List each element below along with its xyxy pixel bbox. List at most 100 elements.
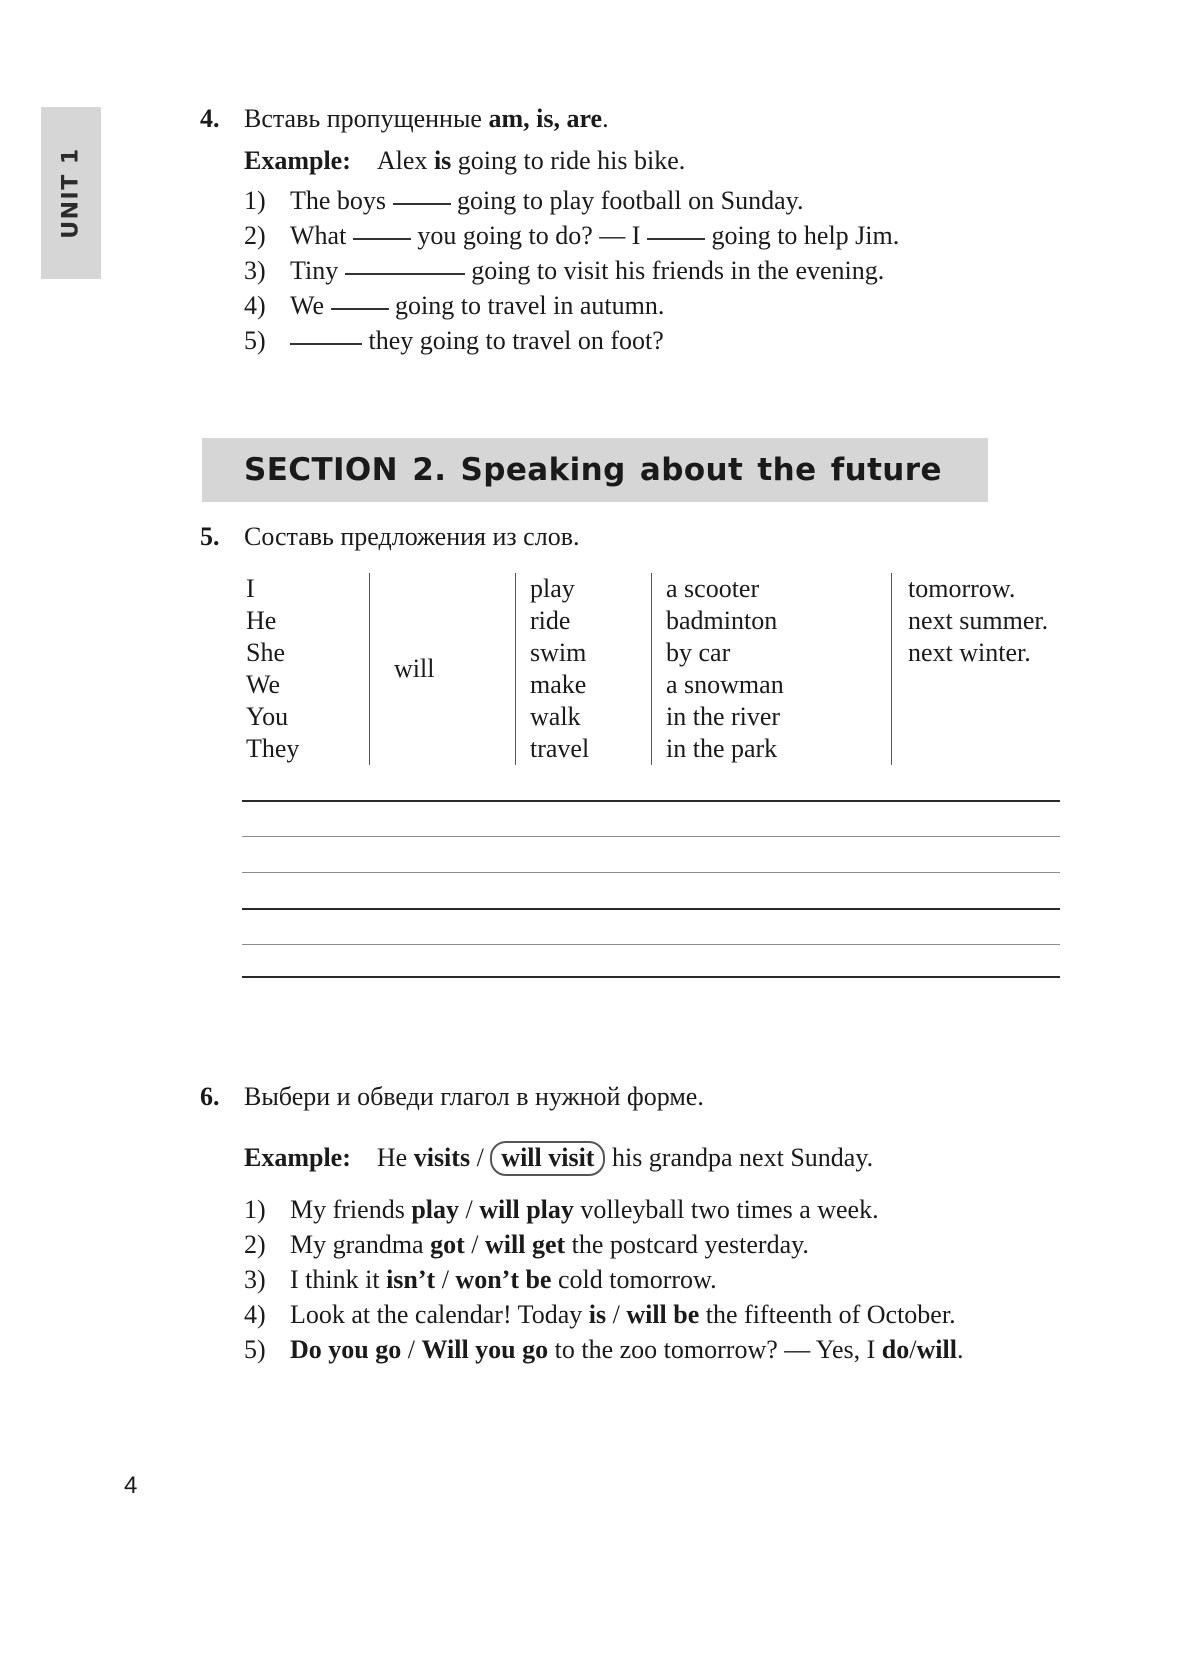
table-cell: travel (530, 734, 590, 763)
table-column-verbs: play ride swim make walk travel (516, 573, 652, 765)
fill-blank[interactable] (330, 308, 389, 310)
table-column-time: tomorrow. next summer. next winter. (892, 573, 1152, 765)
item-marker: 3) (244, 256, 266, 285)
item-pre: My grandma (290, 1230, 431, 1259)
item-pre: My friends (290, 1195, 412, 1224)
item-pre: Look at the calendar! Today (290, 1300, 589, 1329)
item-marker: 5) (244, 326, 266, 355)
fill-blank[interactable] (352, 238, 411, 240)
exercise-4-example: Example: Alex is going to ride his bike. (244, 143, 1064, 179)
table-column-modal: will (370, 573, 516, 765)
exercise-6-item-3: 3) I think it isn’t / won’t be cold tomo… (244, 1262, 1064, 1297)
item-marker: 3) (244, 1265, 266, 1294)
table-cell: ride (530, 606, 571, 635)
writing-line[interactable] (242, 944, 1060, 945)
option-a[interactable]: play (411, 1195, 459, 1224)
item-end: . (956, 1335, 964, 1364)
option-b[interactable]: won’t be (455, 1265, 551, 1294)
table-column-objects: a scooter badminton by car a snowman in … (652, 573, 892, 765)
exercise-5-number: 5. (200, 522, 220, 551)
table-cell: make (530, 670, 587, 699)
exercise-6-title: Выбери и обведи глагол в нужной форме. (244, 1082, 704, 1111)
exercise-6-example-label: Example: (244, 1143, 351, 1172)
example-post: his grandpa next Sunday. (605, 1143, 874, 1172)
option-separator: / (470, 1143, 491, 1172)
item-text: What you going to do? — I going to help … (290, 218, 1064, 253)
writing-line[interactable] (242, 908, 1060, 910)
item-text: Do you go / Will you go to the zoo tomor… (290, 1332, 1064, 1367)
section-banner: SECTION 2. Speaking about the future (202, 438, 988, 502)
example-bold: is (433, 146, 452, 175)
item-post: volleyball two times a week. (573, 1195, 879, 1224)
table-cell: She (246, 638, 285, 667)
option-a[interactable]: Do you go (290, 1335, 401, 1364)
writing-line[interactable] (242, 976, 1060, 978)
fill-blank[interactable] (646, 238, 705, 240)
circled-answer[interactable]: will visit (490, 1141, 606, 1176)
option-separator: / (464, 1230, 485, 1259)
exercise-4-header: 4. Вставь пропущенные am, is, are. (196, 100, 1064, 138)
option-a[interactable]: is (589, 1300, 606, 1329)
table-cell: in the river (666, 702, 781, 731)
table-cell: We (246, 670, 280, 699)
table-cell: play (530, 574, 575, 603)
exercise-4-title-prefix: Вставь пропущенные (244, 104, 489, 133)
answer-will[interactable]: will (917, 1335, 957, 1364)
option-a[interactable]: got (430, 1230, 465, 1259)
writing-line[interactable] (242, 872, 1060, 873)
example-pre: Alex (376, 146, 434, 175)
fill-blank[interactable] (392, 203, 451, 205)
option-separator: / (606, 1300, 627, 1329)
item-post: they going to travel on foot? (362, 326, 664, 355)
exercise-4-number: 4. (200, 104, 220, 133)
option-a[interactable]: isn’t (386, 1265, 435, 1294)
option-b[interactable]: will play (479, 1195, 574, 1224)
option-b[interactable]: Will you go (421, 1335, 548, 1364)
fill-blank[interactable] (344, 273, 465, 275)
item-post: the fifteenth of October. (699, 1300, 956, 1329)
item-text: I think it isn’t / won’t be cold tomorro… (290, 1262, 1064, 1297)
unit-tab-label: UNIT 1 (58, 147, 84, 239)
table-cell: I (246, 574, 255, 603)
table-cell: next summer. (908, 606, 1049, 635)
section-banner-title: SECTION 2. Speaking about the future (244, 452, 942, 488)
item-pre: We (290, 291, 331, 320)
exercise-4-title: Вставь пропущенные am, is, are. (244, 100, 609, 138)
table-cell: tomorrow. (908, 574, 1016, 603)
page-number: 4 (124, 1472, 138, 1499)
item-mid: you going to do? — I (410, 221, 647, 250)
unit-tab: UNIT 1 (41, 107, 101, 279)
table-cell: by car (666, 638, 731, 667)
table-cell: a snowman (666, 670, 784, 699)
exercise-6-example-text: He visits / will visit his grandpa next … (377, 1140, 1025, 1176)
exercise-6-example: Example: He visits / will visit his gran… (244, 1140, 1064, 1176)
option-separator: / (459, 1195, 480, 1224)
exercise-6-item-2: 2) My grandma got / will get the postcar… (244, 1227, 1064, 1262)
answer-do[interactable]: do (882, 1335, 909, 1364)
table-cell: They (246, 734, 300, 763)
exercise-5: 5. Составь предложения из слов. (196, 518, 1064, 556)
substitution-table: I He She We You They will play ride swim… (246, 573, 1152, 765)
table-cell: swim (530, 638, 587, 667)
exercise-4-item-1: 1) The boys going to play football on Su… (244, 183, 1064, 218)
item-pre: I think it (290, 1265, 387, 1294)
table-cell: walk (530, 702, 581, 731)
option-a[interactable]: visits (414, 1143, 470, 1172)
option-separator: / (435, 1265, 456, 1294)
example-post: going to ride his bike. (451, 146, 686, 175)
exercise-4-item-4: 4) We going to travel in autumn. (244, 288, 1064, 323)
exercise-6-item-1: 1) My friends play / will play volleybal… (244, 1192, 1064, 1227)
item-text: they going to travel on foot? (290, 323, 1064, 358)
exercise-6-item-4: 4) Look at the calendar! Today is / will… (244, 1297, 1064, 1332)
exercise-4: 4. Вставь пропущенные am, is, are. Examp… (196, 100, 1064, 358)
fill-blank[interactable] (290, 343, 362, 345)
exercise-5-header: 5. Составь предложения из слов. (196, 518, 1064, 556)
exercise-4-item-3: 3) Tiny going to visit his friends in th… (244, 253, 1064, 288)
table-column-subjects: I He She We You They (246, 573, 370, 765)
option-b[interactable]: will be (626, 1300, 699, 1329)
writing-line[interactable] (242, 800, 1060, 802)
option-b[interactable]: will get (485, 1230, 565, 1259)
table-cell: next winter. (908, 638, 1031, 667)
writing-line[interactable] (242, 836, 1060, 837)
exercise-4-item-5: 5) they going to travel on foot? (244, 323, 1064, 358)
